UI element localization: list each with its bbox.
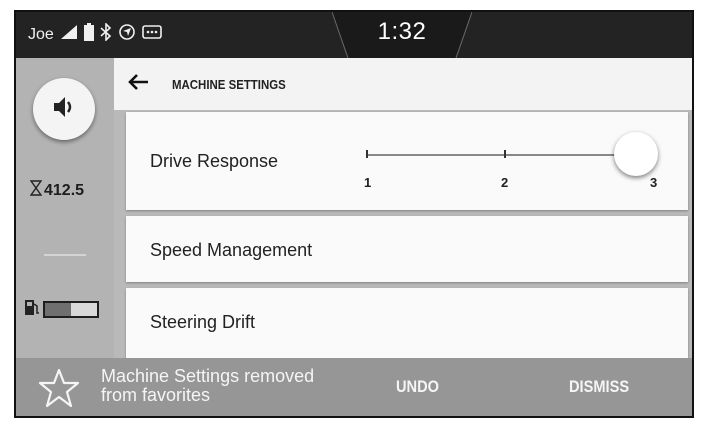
bluetooth-icon	[100, 22, 112, 46]
star-icon[interactable]	[38, 368, 80, 413]
slider-tick-label-2: 2	[501, 175, 509, 190]
slider-knob[interactable]	[614, 132, 658, 176]
slider-tick-2	[504, 150, 506, 158]
app-frame: Joe 1:32 412.5 MACHINE SETTINGS Drive Re…	[14, 10, 694, 418]
clock: 1:32	[377, 18, 427, 45]
snackbar: Machine Settings removed from favorites …	[16, 358, 692, 416]
snackbar-message-line1: Machine Settings removed	[101, 366, 315, 386]
header: MACHINE SETTINGS	[114, 58, 692, 110]
user-name: Joe	[28, 25, 54, 43]
back-button[interactable]	[124, 70, 152, 98]
arrow-left-icon	[127, 73, 149, 96]
steering-drift-label: Steering Drift	[150, 312, 256, 332]
setting-steering-drift[interactable]: Steering Drift	[126, 288, 688, 358]
side-panel: 412.5	[16, 58, 114, 358]
fuel-level-fill	[45, 303, 71, 316]
page-title: MACHINE SETTINGS	[172, 77, 286, 92]
message-icon	[141, 25, 162, 44]
snackbar-message-line2: from favorites	[101, 385, 211, 405]
volume-button[interactable]	[33, 78, 95, 140]
snackbar-message: Machine Settings removed from favorites	[101, 367, 381, 405]
gps-icon	[118, 23, 136, 46]
speaker-icon	[51, 94, 77, 125]
signal-icon	[60, 24, 78, 45]
fuel-bar	[43, 301, 99, 318]
settings-list: Drive Response 1 2 3 Speed Management St…	[114, 110, 692, 358]
slider-tick-label-3: 3	[650, 175, 658, 190]
drive-response-slider[interactable]: 1 2 3	[364, 132, 670, 194]
speed-management-label: Speed Management	[150, 240, 313, 260]
hourglass-icon	[29, 180, 43, 201]
slider-track	[366, 154, 630, 156]
drive-response-label: Drive Response	[150, 151, 279, 171]
status-left: Joe	[28, 22, 162, 46]
undo-button[interactable]: UNDO	[396, 377, 439, 397]
slider-tick-1	[366, 150, 368, 158]
dismiss-button[interactable]: DISMISS	[569, 377, 629, 397]
setting-speed-management[interactable]: Speed Management	[126, 216, 688, 282]
setting-drive-response: Drive Response 1 2 3	[126, 112, 688, 210]
engine-hours: 412.5	[29, 180, 85, 201]
clock-tab: 1:32	[332, 12, 472, 58]
battery-icon	[83, 23, 94, 46]
divider	[44, 254, 86, 256]
status-bar: Joe 1:32	[16, 12, 692, 58]
fuel-pump-icon	[24, 298, 40, 321]
hours-value: 412.5	[44, 181, 85, 199]
slider-tick-label-1: 1	[364, 175, 372, 190]
fuel-gauge	[24, 298, 99, 321]
